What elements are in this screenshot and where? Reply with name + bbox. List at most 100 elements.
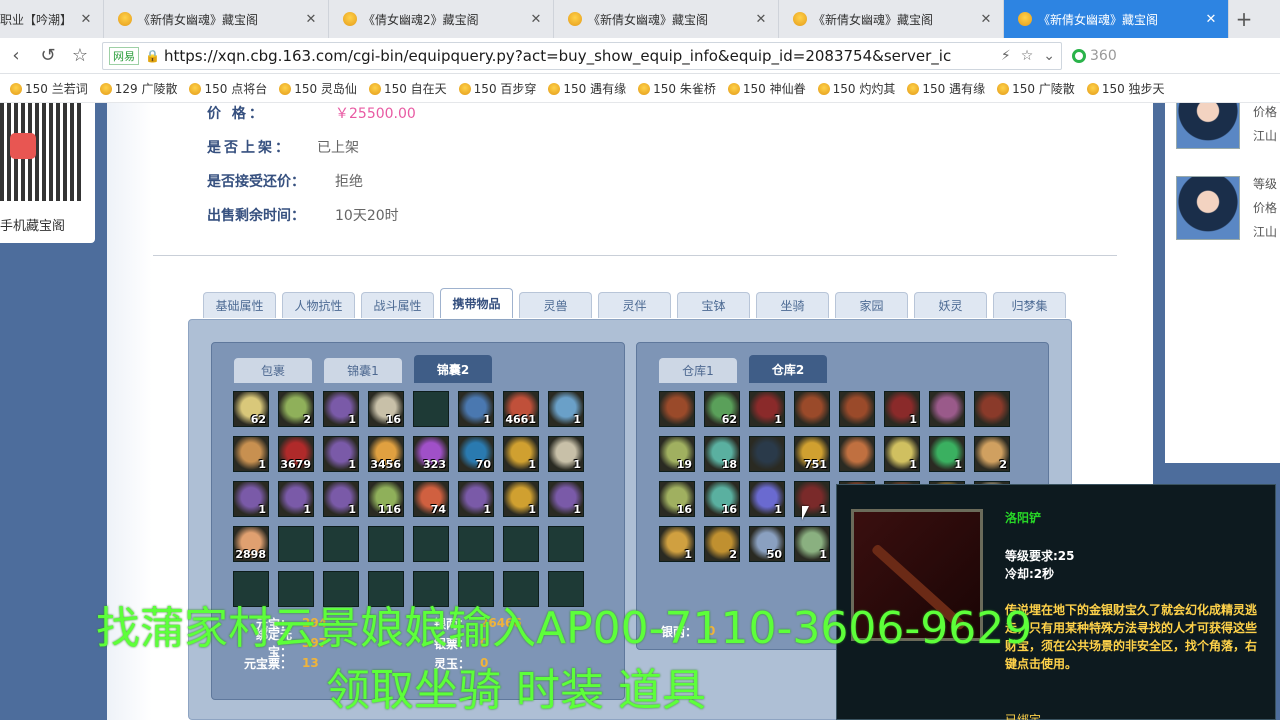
item-icon[interactable]: 751 [794, 436, 830, 472]
tab-4[interactable]: 灵兽 [519, 292, 592, 318]
empty-slot[interactable] [323, 526, 359, 562]
item-icon[interactable] [659, 391, 695, 427]
item-icon[interactable]: 1 [323, 391, 359, 427]
avatar[interactable] [1176, 176, 1240, 240]
tab-3[interactable]: 携带物品 [440, 288, 513, 318]
bookmark-item[interactable]: 150 自在天 [368, 80, 447, 97]
bookmark-item[interactable]: 150 广陵散 [997, 80, 1075, 97]
bookmark-item[interactable]: 150 遇有缘 [548, 80, 626, 97]
item-icon[interactable]: 1 [794, 526, 830, 562]
item-icon[interactable]: 3679 [278, 436, 314, 472]
item-icon[interactable]: 1 [503, 481, 539, 517]
item-icon[interactable]: 1 [458, 481, 494, 517]
item-icon[interactable]: 18 [704, 436, 740, 472]
bookmark-item[interactable]: 150 灼灼其 [817, 80, 895, 97]
close-icon[interactable]: ✕ [304, 12, 318, 27]
item-icon[interactable]: 50 [749, 526, 785, 562]
browser-tab[interactable]: 《倩女幽魂2》藏宝阁 ✕ [329, 0, 554, 38]
item-icon[interactable]: 1 [884, 436, 920, 472]
close-icon[interactable]: ✕ [754, 12, 768, 27]
item-icon[interactable]: 1 [233, 436, 269, 472]
item-icon[interactable]: 16 [704, 481, 740, 517]
bookmark-item[interactable]: 150 灵岛仙 [279, 80, 357, 97]
empty-slot[interactable] [458, 526, 494, 562]
close-icon[interactable]: ✕ [529, 12, 543, 27]
item-icon[interactable]: 1 [548, 436, 584, 472]
item-icon[interactable] [974, 391, 1010, 427]
item-icon[interactable]: 74 [413, 481, 449, 517]
item-icon[interactable]: 4661 [503, 391, 539, 427]
url-text[interactable]: https://xqn.cbg.163.com/cgi-bin/equipque… [164, 47, 995, 65]
bookmark-item[interactable]: 150 独步天 [1086, 80, 1165, 97]
tab-9[interactable]: 妖灵 [914, 292, 987, 318]
avatar[interactable] [1176, 103, 1240, 149]
item-icon[interactable]: 2898 [233, 526, 269, 562]
bookmark-star-icon[interactable]: ☆ [1021, 48, 1034, 64]
item-icon[interactable]: 1 [884, 391, 920, 427]
tab-2[interactable]: 战斗属性 [361, 292, 434, 318]
item-icon[interactable]: 16 [368, 391, 404, 427]
bag-tab[interactable]: 包裹 [234, 358, 312, 383]
bookmark-item[interactable]: 129 广陵散 [99, 80, 177, 97]
empty-slot[interactable] [278, 526, 314, 562]
item-icon[interactable]: 1 [548, 391, 584, 427]
item-icon[interactable]: 1 [548, 481, 584, 517]
item-icon[interactable] [929, 391, 965, 427]
empty-slot[interactable] [413, 526, 449, 562]
browser-tab[interactable]: 《新倩女幽魂》藏宝阁 ✕ [779, 0, 1004, 38]
item-icon[interactable]: 1 [749, 391, 785, 427]
item-icon[interactable]: 1 [233, 481, 269, 517]
undo-icon[interactable]: ↺ [32, 38, 64, 74]
close-icon[interactable]: ✕ [979, 12, 993, 27]
forward-icon[interactable]: ‹ [0, 38, 32, 74]
browser-tab[interactable]: 职业【吟潮】 ✕ [0, 0, 104, 38]
lightning-icon[interactable]: ⚡ [1001, 48, 1011, 64]
bag-tab[interactable]: 锦囊1 [324, 358, 402, 383]
qr-label[interactable]: 手机藏宝阁 [0, 215, 65, 234]
item-icon[interactable]: 1 [503, 436, 539, 472]
item-icon[interactable]: 2 [704, 526, 740, 562]
item-icon[interactable]: 19 [659, 436, 695, 472]
item-icon[interactable]: 1 [323, 481, 359, 517]
item-icon[interactable]: 70 [458, 436, 494, 472]
browser-tab[interactable]: 《新倩女幽魂》藏宝阁 ✕ [554, 0, 779, 38]
empty-slot[interactable] [368, 526, 404, 562]
item-icon[interactable]: 16 [659, 481, 695, 517]
tab-1[interactable]: 人物抗性 [282, 292, 355, 318]
item-icon[interactable] [839, 391, 875, 427]
close-icon[interactable]: ✕ [1204, 12, 1218, 27]
bookmark-item[interactable]: 150 遇有缘 [907, 80, 985, 97]
item-icon[interactable]: 1 [929, 436, 965, 472]
new-tab-button[interactable]: + [1229, 0, 1259, 38]
item-icon[interactable]: 116 [368, 481, 404, 517]
chevron-down-icon[interactable]: ⌄ [1043, 48, 1055, 64]
item-icon[interactable]: 2 [974, 436, 1010, 472]
item-icon[interactable]: 1 [323, 436, 359, 472]
item-icon[interactable] [749, 436, 785, 472]
empty-slot[interactable] [548, 526, 584, 562]
item-icon[interactable]: 2 [278, 391, 314, 427]
bookmark-item[interactable]: 150 百步穿 [458, 80, 536, 97]
browser-tab[interactable]: 《新倩女幽魂》藏宝阁 ✕ [1004, 0, 1229, 38]
bookmark-item[interactable]: 150 神仙眷 [727, 80, 806, 97]
bookmark-item[interactable]: 150 朱雀桥 [638, 80, 716, 97]
tab-7[interactable]: 坐骑 [756, 292, 829, 318]
item-icon[interactable] [794, 391, 830, 427]
tab-0[interactable]: 基础属性 [203, 292, 276, 318]
warehouse-tab[interactable]: 仓库1 [659, 358, 737, 383]
item-icon[interactable]: 1 [659, 526, 695, 562]
close-icon[interactable]: ✕ [79, 12, 93, 27]
tab-10[interactable]: 归梦集 [993, 292, 1066, 318]
item-icon[interactable]: 3456 [368, 436, 404, 472]
item-icon[interactable]: 62 [233, 391, 269, 427]
item-icon[interactable]: 62 [704, 391, 740, 427]
item-icon[interactable]: 1 [278, 481, 314, 517]
qr-code[interactable] [0, 103, 82, 201]
url-input[interactable]: 网易 🔒 https://xqn.cbg.163.com/cgi-bin/equ… [102, 41, 1062, 70]
item-icon[interactable]: 1 [458, 391, 494, 427]
search-engine-box[interactable]: 360 [1072, 48, 1117, 64]
favorite-star-icon[interactable]: ☆ [64, 38, 96, 74]
bag-tab[interactable]: 锦囊2 [414, 355, 492, 383]
item-icon[interactable]: 323 [413, 436, 449, 472]
browser-tab[interactable]: 《新倩女幽魂》藏宝阁 ✕ [104, 0, 329, 38]
